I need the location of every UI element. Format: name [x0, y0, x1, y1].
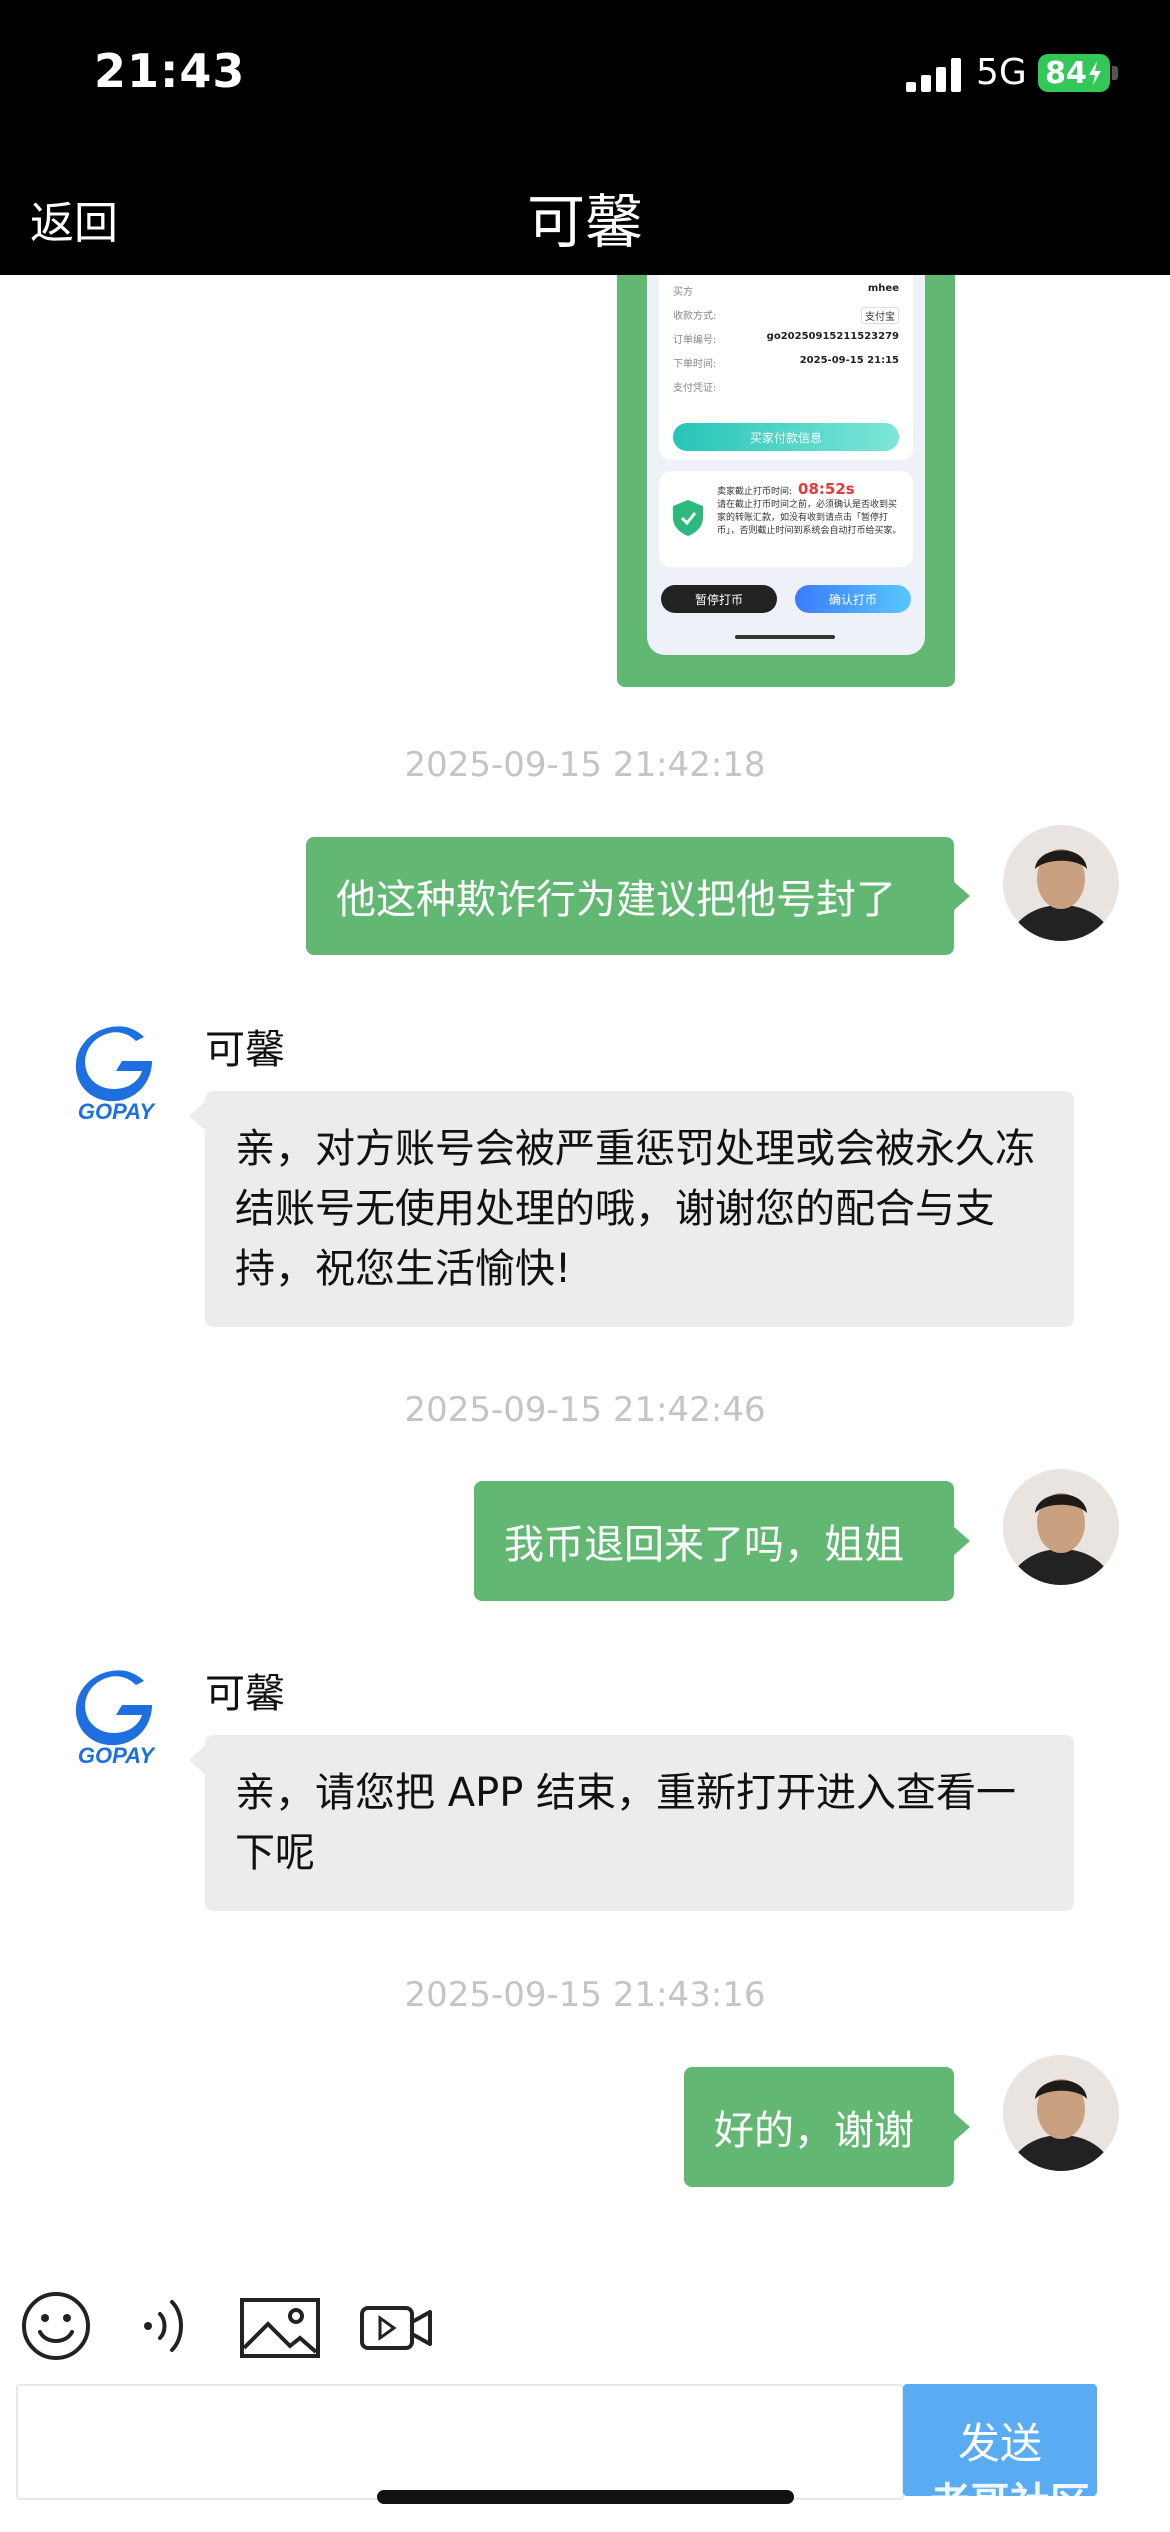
user-avatar[interactable] — [1003, 825, 1119, 941]
confirm-release-button: 确认打币 — [795, 585, 911, 613]
user-avatar[interactable] — [1003, 1469, 1119, 1585]
sender-name: 可馨 — [205, 1671, 285, 1717]
input-toolbar — [0, 2270, 1170, 2380]
order-row: 收款方式: 支付宝 — [673, 307, 899, 324]
battery-icon: 84 — [1038, 54, 1110, 92]
order-card: 买方 mhee 收款方式: 支付宝 订单编号: go20250915211523279… — [659, 275, 913, 460]
emoji-icon[interactable] — [18, 2286, 98, 2366]
message-timestamp: 2025-09-15 21:42:18 — [404, 745, 766, 785]
chat-area[interactable]: 买方 mhee 收款方式: 支付宝 订单编号: go20250915211523279… — [0, 275, 1170, 2275]
countdown: 08:52s — [798, 480, 855, 498]
gopay-logo-icon: GOPAY — [75, 1670, 157, 1767]
battery-tip — [1112, 66, 1118, 80]
order-row: 订单编号: go20250915211523279 — [673, 331, 899, 346]
watermark-logo: 老哥社区 — [930, 2480, 1090, 2526]
chat-title: 可馨 — [526, 188, 643, 256]
network-type: 5G — [976, 52, 1027, 93]
outgoing-message[interactable]: 他这种欺诈行为建议把他号封了 — [306, 837, 970, 955]
chat-header: 返回 可馨 — [0, 145, 1170, 275]
buyer-pay-info-button: 买家付款信息 — [673, 423, 899, 451]
svg-text:GOPAY: GOPAY — [78, 1099, 157, 1123]
image-message[interactable]: 买方 mhee 收款方式: 支付宝 订单编号: go20250915211523279… — [617, 275, 955, 687]
message-timestamp: 2025-09-15 21:42:46 — [404, 1390, 766, 1430]
screenshot-home-indicator — [735, 635, 835, 639]
sender-name: 可馨 — [205, 1027, 285, 1073]
signal-icon — [906, 58, 961, 92]
battery-level: 84 — [1045, 55, 1087, 91]
status-time: 21:43 — [94, 44, 246, 98]
voice-icon[interactable] — [128, 2286, 208, 2366]
incoming-message[interactable]: 亲，对方账号会被严重惩罚处理或会被永久冻结账号无使用处理的哦，谢谢您的配合与支持… — [189, 1091, 1074, 1327]
release-warning: 卖家截止打币时间: 08:52s 请在截止打币时间之前，必须确认是否收到买家的转账… — [659, 471, 913, 567]
home-indicator — [377, 2490, 794, 2504]
user-avatar[interactable] — [1003, 2055, 1119, 2171]
charging-icon — [1088, 61, 1101, 85]
pause-release-button: 暂停打币 — [661, 585, 777, 613]
svg-text:GOPAY: GOPAY — [78, 1743, 157, 1767]
shield-icon — [673, 500, 703, 536]
incoming-message[interactable]: 亲，请您把 APP 结束，重新打开进入查看一下呢 — [189, 1735, 1074, 1911]
outgoing-message[interactable]: 好的，谢谢 — [684, 2067, 970, 2187]
image-icon[interactable] — [238, 2286, 322, 2366]
alipay-chip: 支付宝 — [861, 307, 899, 324]
order-row: 下单时间: 2025-09-15 21:15 — [673, 355, 899, 370]
status-bar: 21:43 5G 84 — [0, 0, 1170, 145]
message-timestamp: 2025-09-15 21:43:16 — [404, 1975, 766, 2015]
order-row: 支付凭证: — [673, 383, 717, 394]
message-input[interactable] — [16, 2384, 904, 2500]
outgoing-message[interactable]: 我币退回来了吗，姐姐 — [474, 1481, 970, 1601]
gopay-logo-icon: GOPAY — [75, 1026, 157, 1123]
order-row: 买方 mhee — [673, 283, 899, 298]
warning-text-block: 卖家截止打币时间: 08:52s 请在截止打币时间之前，必须确认是否收到买家的转账… — [717, 480, 902, 537]
order-screenshot: 买方 mhee 收款方式: 支付宝 订单编号: go20250915211523279… — [647, 275, 925, 655]
video-icon[interactable] — [356, 2286, 436, 2366]
